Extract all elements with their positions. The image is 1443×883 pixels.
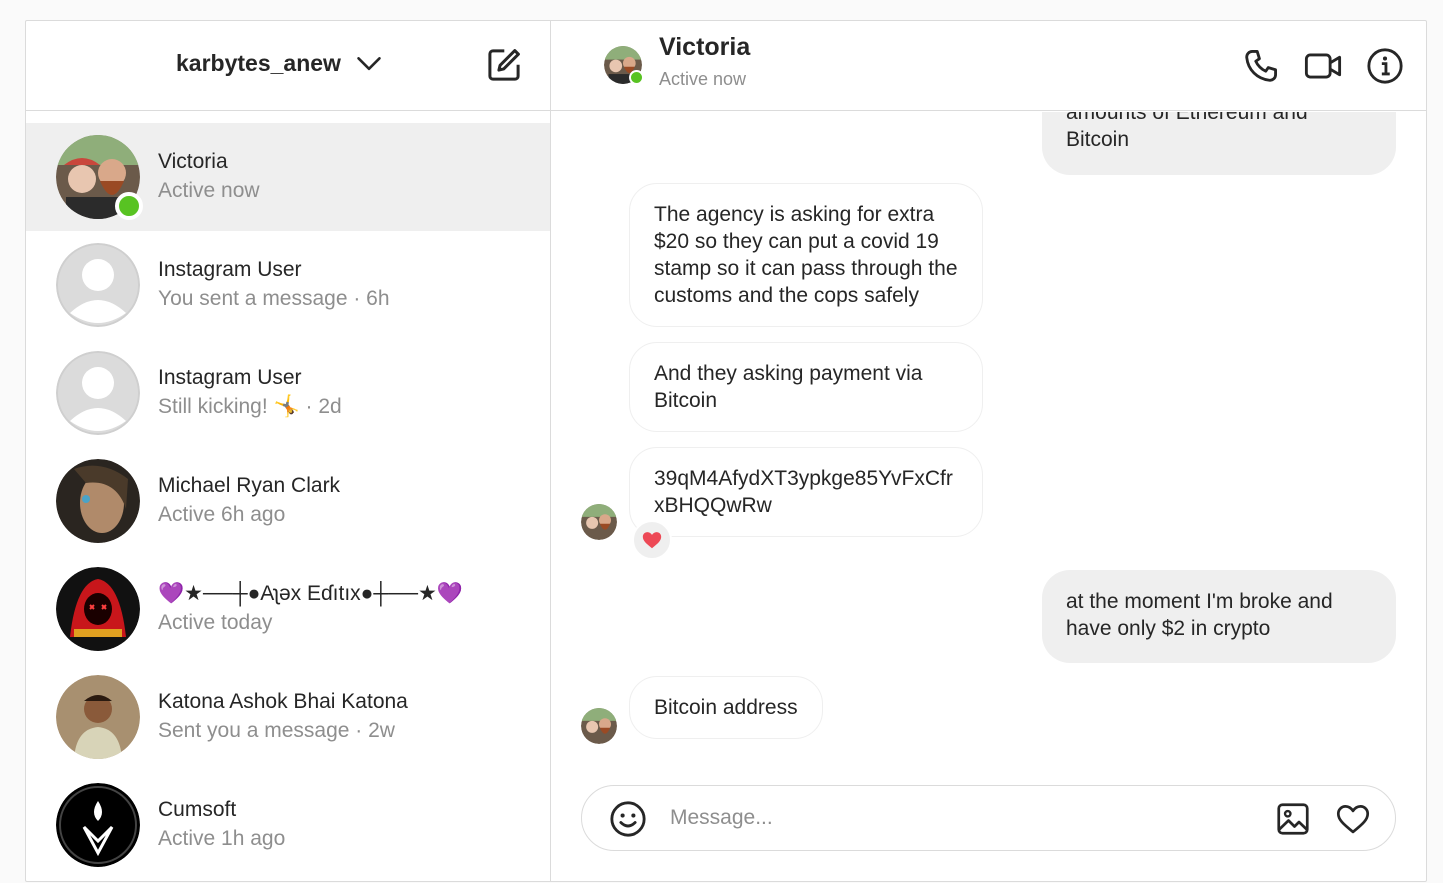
video-call-icon[interactable] bbox=[1304, 47, 1342, 85]
thread-item[interactable]: Instagram User Still kicking! 🤸 · 2d bbox=[26, 339, 550, 447]
message-bubble-sent: at the moment I'm broke and have only $2… bbox=[1042, 570, 1396, 663]
thread-status: Active now bbox=[158, 179, 260, 202]
sender-avatar bbox=[581, 504, 617, 540]
thread-name: 💜★──┼●Aʅəx Eɗıtıx●┼──★💜 bbox=[158, 582, 463, 605]
default-avatar-icon bbox=[56, 243, 140, 327]
thread-status: You sent a message · 6h bbox=[158, 287, 390, 310]
info-icon[interactable] bbox=[1366, 47, 1404, 85]
thread-item[interactable]: Katona Ashok Bhai Katona Sent you a mess… bbox=[26, 663, 550, 771]
message-bubble-received: 39qM4AfydXT3ypkge85YvFxCfrxBHQQwRw bbox=[629, 447, 983, 537]
thread-item[interactable]: Instagram User You sent a message · 6h bbox=[26, 231, 550, 339]
account-username: karbytes_anew bbox=[176, 49, 341, 76]
online-indicator bbox=[629, 70, 644, 85]
thread-list: Victoria Active now Instagram User You s… bbox=[26, 123, 550, 879]
avatar bbox=[56, 675, 140, 759]
messenger-window: karbytes_anew Victoria Active now Instag… bbox=[25, 20, 1427, 882]
new-message-icon[interactable] bbox=[486, 47, 522, 83]
message-input[interactable] bbox=[670, 800, 1250, 836]
default-avatar-icon bbox=[56, 351, 140, 435]
thread-name: Instagram User bbox=[158, 258, 302, 281]
message-list: amounts of Ethereum and Bitcoin The agen… bbox=[551, 112, 1426, 772]
message-composer bbox=[581, 785, 1396, 851]
thread-item[interactable]: Victoria Active now bbox=[26, 123, 550, 231]
thread-item[interactable]: 💜★──┼●Aʅəx Eɗıtıx●┼──★💜 Active today bbox=[26, 555, 550, 663]
sender-avatar bbox=[581, 708, 617, 744]
heart-reaction-icon[interactable] bbox=[632, 520, 672, 560]
account-switcher[interactable]: karbytes_anew bbox=[176, 49, 383, 77]
message-bubble-sent: amounts of Ethereum and Bitcoin bbox=[1042, 112, 1396, 175]
avatar bbox=[56, 135, 143, 220]
thread-name: Michael Ryan Clark bbox=[158, 474, 341, 497]
thread-status: Sent you a message · 2w bbox=[158, 719, 395, 742]
conversation-status: Active now bbox=[659, 69, 747, 89]
thread-status: Active 1h ago bbox=[158, 827, 286, 850]
inbox-header: karbytes_anew bbox=[26, 21, 550, 111]
avatar bbox=[56, 783, 140, 867]
thread-status: Still kicking! 🤸 · 2d bbox=[158, 395, 342, 418]
thread-item[interactable]: Michael Ryan Clark Active 6h ago bbox=[26, 447, 550, 555]
message-bubble-received: Bitcoin address bbox=[629, 676, 823, 739]
image-icon[interactable] bbox=[1275, 801, 1311, 837]
emoji-icon[interactable] bbox=[609, 800, 647, 838]
message-bubble-received: The agency is asking for extra $20 so th… bbox=[629, 183, 983, 327]
avatar bbox=[56, 567, 140, 651]
chevron-down-icon bbox=[357, 57, 381, 71]
conversation-header: Victoria Active now bbox=[551, 21, 1426, 111]
online-indicator bbox=[115, 192, 143, 220]
thread-name: Katona Ashok Bhai Katona bbox=[158, 690, 408, 713]
conversation-panel: Victoria Active now amounts of Ethereum … bbox=[551, 21, 1426, 881]
phone-icon[interactable] bbox=[1242, 47, 1280, 85]
avatar[interactable] bbox=[604, 46, 644, 85]
message-bubble-received: And they asking payment via Bitcoin bbox=[629, 342, 983, 432]
thread-name: Instagram User bbox=[158, 366, 302, 389]
heart-icon[interactable] bbox=[1335, 801, 1371, 837]
thread-status: Active today bbox=[158, 611, 273, 634]
conversation-name[interactable]: Victoria bbox=[659, 33, 750, 62]
thread-status: Active 6h ago bbox=[158, 503, 286, 526]
thread-name: Cumsoft bbox=[158, 798, 237, 821]
avatar bbox=[56, 459, 140, 543]
inbox-panel: karbytes_anew Victoria Active now Instag… bbox=[26, 21, 551, 881]
thread-item[interactable]: Cumsoft Active 1h ago bbox=[26, 771, 550, 879]
thread-name: Victoria bbox=[158, 150, 228, 173]
